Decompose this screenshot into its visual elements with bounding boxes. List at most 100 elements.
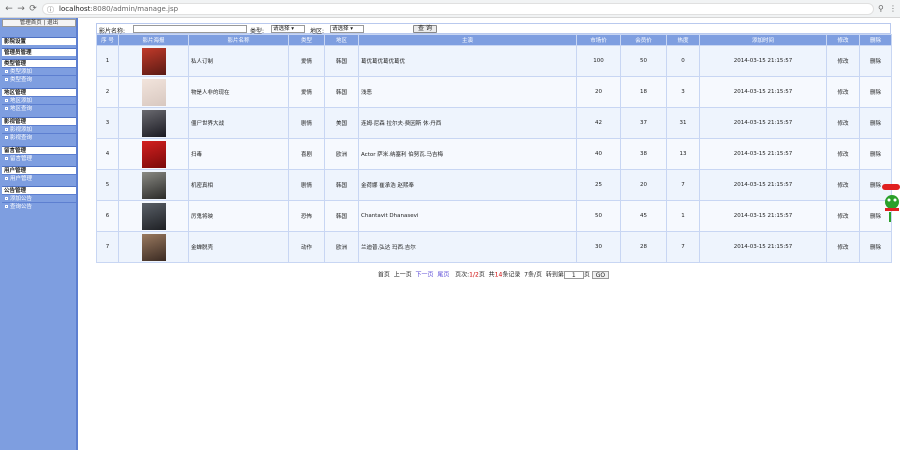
sidebar-item[interactable]: 查询公告 — [2, 202, 76, 210]
per-page: 7条/页 — [524, 271, 542, 279]
first-page[interactable]: 首页 — [378, 272, 390, 279]
floating-widget[interactable] — [880, 184, 900, 224]
edit-link[interactable]: 修改 — [826, 231, 860, 263]
column-header: 修改 — [826, 34, 860, 46]
sidebar-item[interactable]: 地区添加 — [2, 96, 76, 104]
market-price: 40 — [576, 138, 621, 170]
region-label: 地区: — [310, 28, 325, 35]
sidebar-item-label: 添加公告 — [10, 196, 33, 202]
member-price: 18 — [620, 76, 667, 108]
region-selected: 请选择 — [332, 26, 349, 32]
column-header: 影片名称 — [188, 34, 289, 46]
column-header: 会员价 — [620, 34, 667, 46]
bullet-icon — [5, 177, 8, 180]
edit-link[interactable]: 修改 — [826, 169, 860, 201]
sidebar-item[interactable]: 类型查询 — [2, 75, 76, 83]
prev-page[interactable]: 上一页 — [394, 272, 412, 279]
sidebar-group: 管理员管理 — [2, 48, 76, 56]
page-unit: 页 — [478, 271, 485, 279]
added-time: 2014-03-15 21:15:57 — [699, 169, 827, 201]
edit-link[interactable]: 修改 — [826, 200, 860, 232]
delete-link[interactable]: 删除 — [859, 45, 892, 77]
sidebar-item-label: 影视查询 — [10, 135, 33, 141]
type-select[interactable]: 请选择 ▾ — [271, 25, 305, 33]
movie-actors: 连姆·尼森 拉尔夫·费因斯 休·丹西 — [358, 107, 577, 139]
delete-link[interactable]: 删除 — [859, 138, 892, 170]
movie-region: 美国 — [324, 107, 359, 139]
sidebar-item[interactable]: 留言管理 — [2, 154, 76, 162]
sidebar-item[interactable]: 地区查询 — [2, 104, 76, 112]
delete-link[interactable]: 删除 — [859, 107, 892, 139]
pin-icon[interactable]: ⚲ — [878, 4, 884, 14]
edit-link[interactable]: 修改 — [826, 138, 860, 170]
poster — [118, 169, 189, 201]
bullet-icon — [5, 107, 8, 110]
column-header: 影片海报 — [118, 34, 189, 46]
sidebar-group: 地区管理地区添加 地区查询 — [2, 88, 76, 112]
row-number: 3 — [96, 107, 119, 139]
poster-image — [141, 171, 166, 199]
poster-image — [141, 140, 166, 168]
added-time: 2014-03-15 21:15:57 — [699, 138, 827, 170]
forward-icon[interactable]: → — [16, 4, 26, 14]
menu-icon[interactable]: ⋮ — [889, 4, 897, 14]
popularity: 7 — [666, 169, 700, 201]
member-price: 20 — [620, 169, 667, 201]
movie-type: 剧情 — [288, 107, 325, 139]
logout-link[interactable]: 退出 — [47, 20, 58, 26]
market-price: 50 — [576, 200, 621, 232]
back-icon[interactable]: ← — [4, 4, 14, 14]
sidebar-group-heading[interactable]: 管理员管理 — [2, 48, 76, 56]
movie-region: 韩国 — [324, 45, 359, 77]
jump-input[interactable]: 1 — [563, 271, 584, 279]
sidebar-item[interactable]: 影视查询 — [2, 133, 76, 141]
edit-link[interactable]: 修改 — [826, 76, 860, 108]
bullet-icon — [5, 136, 8, 139]
member-price: 38 — [620, 138, 667, 170]
sidebar-item[interactable]: 用户管理 — [2, 174, 76, 182]
row-number: 6 — [96, 200, 119, 232]
name-input[interactable] — [133, 25, 247, 33]
table-row: 3 僵尸世界大战 剧情 美国 连姆·尼森 拉尔夫·费因斯 休·丹西 42 37 31 2014-… — [96, 107, 892, 139]
sidebar-group-heading[interactable]: 地区管理 — [2, 88, 76, 96]
popularity: 31 — [666, 107, 700, 139]
member-price: 45 — [620, 200, 667, 232]
edit-link[interactable]: 修改 — [826, 45, 860, 77]
movie-name: 私人订制 — [188, 45, 289, 77]
widget-graphic — [882, 184, 900, 222]
sidebar-item-label: 类型查询 — [10, 77, 33, 83]
poster — [118, 107, 189, 139]
sidebar-group: 类型管理类型添加类型查询 — [2, 59, 76, 83]
delete-link[interactable]: 删除 — [859, 76, 892, 108]
sidebar-group-heading[interactable]: 留言管理 — [2, 146, 76, 154]
sidebar-item[interactable]: 影视添加 — [2, 125, 76, 133]
edit-link[interactable]: 修改 — [826, 107, 860, 139]
movie-name: 扫毒 — [188, 138, 289, 170]
search-button[interactable]: 查 询 — [413, 25, 437, 33]
reload-icon[interactable]: ⟳ — [28, 4, 38, 14]
address-bar[interactable]: ⓘ localhost:8080/admin/manage.jsp — [42, 3, 874, 15]
sidebar-item[interactable]: 类型添加 — [2, 67, 76, 75]
last-page[interactable]: 尾页 — [437, 272, 449, 279]
main-content: 影片名称: 类型: 请选择 ▾ 地区: 请选择 ▾ 查 询 序 号影片海报 影片名… — [96, 23, 892, 263]
admin-home-link[interactable]: 管理首页 — [20, 20, 42, 26]
movie-actors: Actor 萨米.纳塞利 伯努瓦.马吉梅 — [358, 138, 577, 170]
sidebar-item-label: 地区添加 — [10, 98, 33, 104]
movie-type: 剧情 — [288, 169, 325, 201]
sidebar-group-heading[interactable]: 类型管理 — [2, 59, 76, 67]
sidebar: 管理首页 | 退出 影院设置管理员管理类型管理类型添加类型查询地区管理地区添加地… — [0, 18, 78, 450]
sidebar-group-heading[interactable]: 用户管理 — [2, 166, 76, 174]
sidebar-item-label: 类型添加 — [10, 69, 33, 75]
sidebar-group-heading[interactable]: 影院设置 — [2, 37, 76, 45]
go-button[interactable]: GO — [591, 271, 610, 279]
column-header: 类型 — [288, 34, 325, 46]
sidebar-item[interactable]: 添加公告 — [2, 194, 76, 202]
delete-link[interactable]: 删除 — [859, 231, 892, 263]
sidebar-group-heading[interactable]: 影视管理 — [2, 117, 76, 125]
sidebar-group-heading[interactable]: 公告管理 — [2, 186, 76, 194]
member-price: 28 — [620, 231, 667, 263]
sidebar-topbar: 管理首页 | 退出 — [2, 19, 76, 27]
movie-type: 爱情 — [288, 76, 325, 108]
region-select[interactable]: 请选择 ▾ — [330, 25, 364, 33]
next-page[interactable]: 下一页 — [416, 272, 434, 279]
